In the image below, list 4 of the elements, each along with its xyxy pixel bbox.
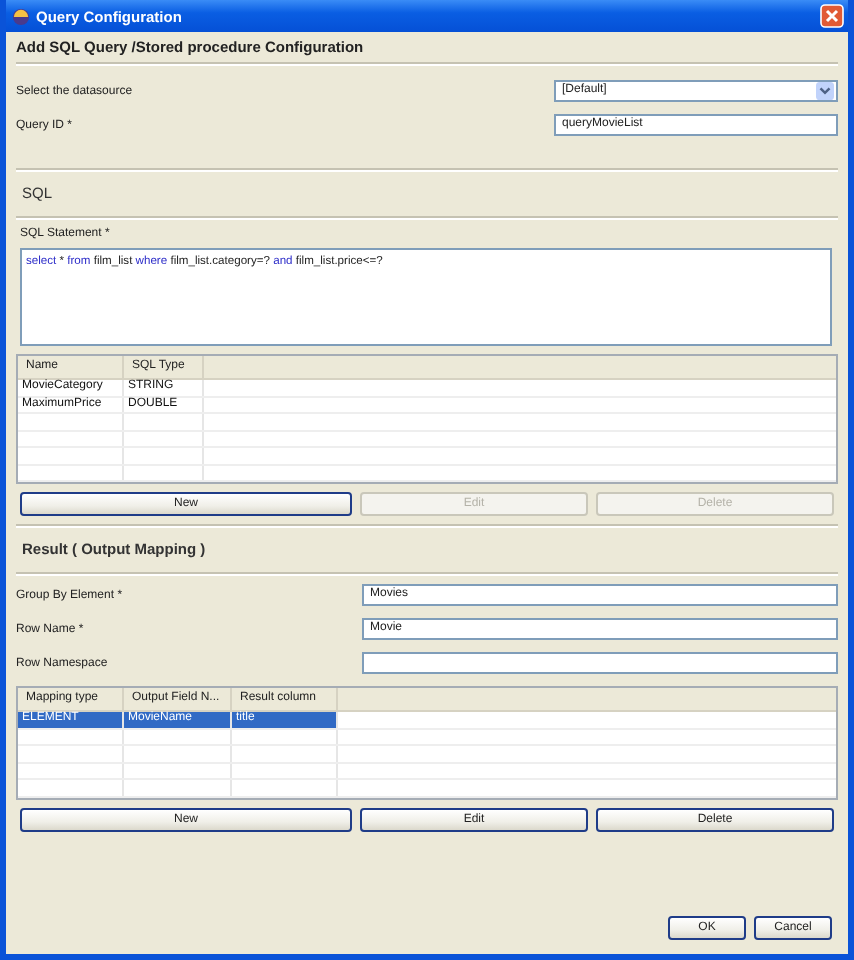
text-field[interactable] [362,652,838,674]
app-icon [12,7,30,25]
close-icon[interactable] [820,4,844,28]
dropdown-arrow-icon [816,82,834,100]
